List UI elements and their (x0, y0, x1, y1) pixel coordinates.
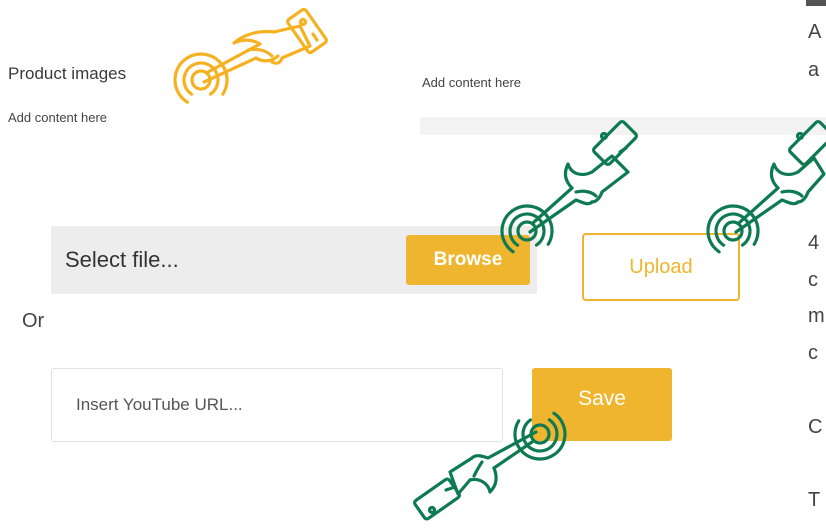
file-picker-field[interactable]: Select file... Browse (51, 226, 537, 294)
right-column-text-line: m (808, 305, 825, 327)
file-picker-placeholder: Select file... (65, 247, 179, 272)
tap-ring-icon (513, 407, 567, 461)
pointing-hand-icon (706, 120, 826, 258)
right-column-text-line: c (808, 269, 818, 291)
or-separator-label: Or (22, 310, 45, 332)
content-placeholder-text: Add content here (422, 75, 522, 90)
right-column-text-line: c (808, 342, 818, 364)
pointing-hand-icon (413, 407, 567, 521)
pointing-hand-icon (500, 120, 638, 258)
right-column-text-line: C (808, 416, 823, 438)
product-images-description: Add content here (8, 110, 108, 125)
pointing-hand-icon (173, 7, 328, 108)
right-column-text-line: a (808, 59, 820, 81)
right-column-text-line: A (808, 21, 822, 43)
tap-ring-icon (173, 52, 229, 108)
right-column-text-line: T (808, 489, 821, 511)
right-column-heading-fragment (806, 0, 826, 6)
product-images-title: Product images (8, 64, 127, 83)
